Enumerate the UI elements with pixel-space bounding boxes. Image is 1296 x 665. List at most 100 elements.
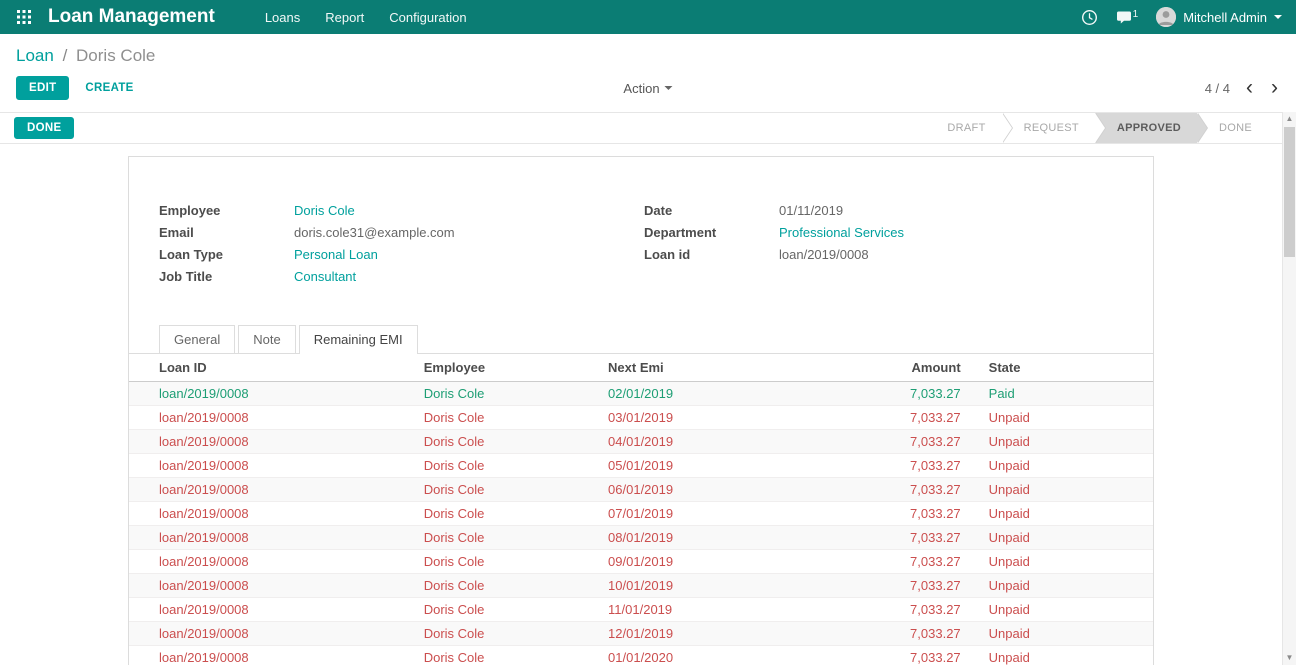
app-title[interactable]: Loan Management [48, 6, 215, 28]
cell-amount[interactable]: 7,033.27 [876, 621, 969, 646]
apps-menu-icon[interactable] [0, 0, 48, 34]
cell-amount[interactable]: 7,033.27 [876, 429, 969, 454]
cell-amount[interactable]: 7,033.27 [876, 549, 969, 574]
cell-state[interactable]: Unpaid [968, 429, 1153, 454]
table-row[interactable]: loan/2019/0008 Doris Cole 06/01/2019 7,033.… [129, 477, 1153, 502]
cell-employee[interactable]: Doris Cole [415, 525, 601, 550]
col-header-state[interactable]: State [968, 354, 1153, 382]
cell-next-emi[interactable]: 09/01/2019 [600, 549, 877, 574]
cell-employee[interactable]: Doris Cole [415, 453, 601, 478]
cell-employee[interactable]: Doris Cole [415, 477, 601, 502]
cell-loan-id[interactable]: loan/2019/0008 [129, 525, 416, 550]
done-button[interactable]: DONE [14, 117, 75, 139]
cell-loan-id[interactable]: loan/2019/0008 [129, 453, 416, 478]
table-row[interactable]: loan/2019/0008 Doris Cole 12/01/2019 7,033.… [129, 621, 1153, 646]
cell-employee[interactable]: Doris Cole [415, 621, 601, 646]
action-dropdown[interactable]: Action [623, 81, 673, 96]
field-value-employee[interactable]: Doris Cole [294, 203, 355, 218]
user-menu[interactable]: Mitchell Admin [1156, 7, 1282, 27]
edit-button[interactable]: EDIT [16, 76, 70, 100]
table-row[interactable]: loan/2019/0008 Doris Cole 07/01/2019 7,033.… [129, 501, 1153, 526]
cell-employee[interactable]: Doris Cole [415, 573, 601, 598]
cell-loan-id[interactable]: loan/2019/0008 [129, 549, 416, 574]
cell-state[interactable]: Unpaid [968, 621, 1153, 646]
cell-state[interactable]: Unpaid [968, 405, 1153, 430]
cell-loan-id[interactable]: loan/2019/0008 [129, 645, 416, 665]
status-step-request[interactable]: REQUEST [1001, 113, 1107, 143]
menu-report[interactable]: Report [325, 10, 364, 25]
cell-next-emi[interactable]: 08/01/2019 [600, 525, 877, 550]
table-row[interactable]: loan/2019/0008 Doris Cole 10/01/2019 7,033.… [129, 573, 1153, 598]
breadcrumb-parent-link[interactable]: Loan [16, 46, 54, 65]
vertical-scrollbar[interactable]: ▲ ▼ [1282, 112, 1296, 665]
cell-amount[interactable]: 7,033.27 [876, 453, 969, 478]
cell-amount[interactable]: 7,033.27 [876, 381, 969, 406]
cell-state[interactable]: Unpaid [968, 525, 1153, 550]
cell-next-emi[interactable]: 07/01/2019 [600, 501, 877, 526]
cell-state[interactable]: Unpaid [968, 597, 1153, 622]
cell-loan-id[interactable]: loan/2019/0008 [129, 429, 416, 454]
tab-general[interactable]: General [159, 325, 236, 353]
table-row[interactable]: loan/2019/0008 Doris Cole 04/01/2019 7,033.… [129, 429, 1153, 454]
cell-loan-id[interactable]: loan/2019/0008 [129, 477, 416, 502]
cell-loan-id[interactable]: loan/2019/0008 [129, 573, 416, 598]
table-row[interactable]: loan/2019/0008 Doris Cole 09/01/2019 7,033.… [129, 549, 1153, 574]
scroll-up-icon[interactable]: ▲ [1283, 112, 1296, 126]
status-step-approved[interactable]: APPROVED [1094, 113, 1209, 143]
cell-employee[interactable]: Doris Cole [415, 549, 601, 574]
col-header-employee[interactable]: Employee [415, 354, 601, 382]
pager-next-icon[interactable]: › [1269, 77, 1280, 98]
cell-amount[interactable]: 7,033.27 [876, 645, 969, 665]
cell-next-emi[interactable]: 11/01/2019 [600, 597, 877, 622]
cell-state[interactable]: Unpaid [968, 501, 1153, 526]
cell-amount[interactable]: 7,033.27 [876, 477, 969, 502]
cell-next-emi[interactable]: 02/01/2019 [600, 381, 877, 406]
cell-employee[interactable]: Doris Cole [415, 381, 601, 406]
cell-employee[interactable]: Doris Cole [415, 597, 601, 622]
scroll-down-icon[interactable]: ▼ [1283, 651, 1296, 665]
cell-state[interactable]: Paid [968, 381, 1153, 406]
create-button[interactable]: CREATE [85, 82, 133, 94]
cell-next-emi[interactable]: 05/01/2019 [600, 453, 877, 478]
cell-employee[interactable]: Doris Cole [415, 405, 601, 430]
table-row[interactable]: loan/2019/0008 Doris Cole 11/01/2019 7,033.… [129, 597, 1153, 622]
table-row[interactable]: loan/2019/0008 Doris Cole 03/01/2019 7,033.… [129, 405, 1153, 430]
tab-note[interactable]: Note [238, 325, 296, 353]
messages-icon[interactable]: 1 [1116, 9, 1138, 25]
cell-employee[interactable]: Doris Cole [415, 645, 601, 665]
cell-amount[interactable]: 7,033.27 [876, 573, 969, 598]
field-value-job-title[interactable]: Consultant [294, 269, 356, 284]
col-header-amount[interactable]: Amount [876, 354, 969, 382]
cell-amount[interactable]: 7,033.27 [876, 501, 969, 526]
cell-employee[interactable]: Doris Cole [415, 501, 601, 526]
pager-previous-icon[interactable]: ‹ [1244, 77, 1255, 98]
scrollbar-thumb[interactable] [1284, 127, 1295, 257]
cell-amount[interactable]: 7,033.27 [876, 405, 969, 430]
cell-next-emi[interactable]: 06/01/2019 [600, 477, 877, 502]
field-value-loan-type[interactable]: Personal Loan [294, 247, 378, 262]
cell-next-emi[interactable]: 12/01/2019 [600, 621, 877, 646]
cell-loan-id[interactable]: loan/2019/0008 [129, 405, 416, 430]
cell-loan-id[interactable]: loan/2019/0008 [129, 597, 416, 622]
cell-amount[interactable]: 7,033.27 [876, 525, 969, 550]
cell-next-emi[interactable]: 04/01/2019 [600, 429, 877, 454]
col-header-loan-id[interactable]: Loan ID [129, 354, 416, 382]
table-row[interactable]: loan/2019/0008 Doris Cole 01/01/2020 7,033.… [129, 645, 1153, 665]
cell-state[interactable]: Unpaid [968, 453, 1153, 478]
cell-loan-id[interactable]: loan/2019/0008 [129, 621, 416, 646]
status-step-draft[interactable]: DRAFT [925, 113, 1013, 143]
cell-amount[interactable]: 7,033.27 [876, 597, 969, 622]
cell-loan-id[interactable]: loan/2019/0008 [129, 381, 416, 406]
table-row[interactable]: loan/2019/0008 Doris Cole 05/01/2019 7,033.… [129, 453, 1153, 478]
table-row[interactable]: loan/2019/0008 Doris Cole 02/01/2019 7,033.… [129, 381, 1153, 406]
tab-remaining-emi[interactable]: Remaining EMI [298, 325, 418, 354]
cell-next-emi[interactable]: 01/01/2020 [600, 645, 877, 665]
cell-next-emi[interactable]: 10/01/2019 [600, 573, 877, 598]
field-value-department[interactable]: Professional Services [779, 225, 904, 240]
cell-state[interactable]: Unpaid [968, 477, 1153, 502]
cell-employee[interactable]: Doris Cole [415, 429, 601, 454]
cell-next-emi[interactable]: 03/01/2019 [600, 405, 877, 430]
cell-state[interactable]: Unpaid [968, 645, 1153, 665]
table-row[interactable]: loan/2019/0008 Doris Cole 08/01/2019 7,033.… [129, 525, 1153, 550]
cell-state[interactable]: Unpaid [968, 573, 1153, 598]
